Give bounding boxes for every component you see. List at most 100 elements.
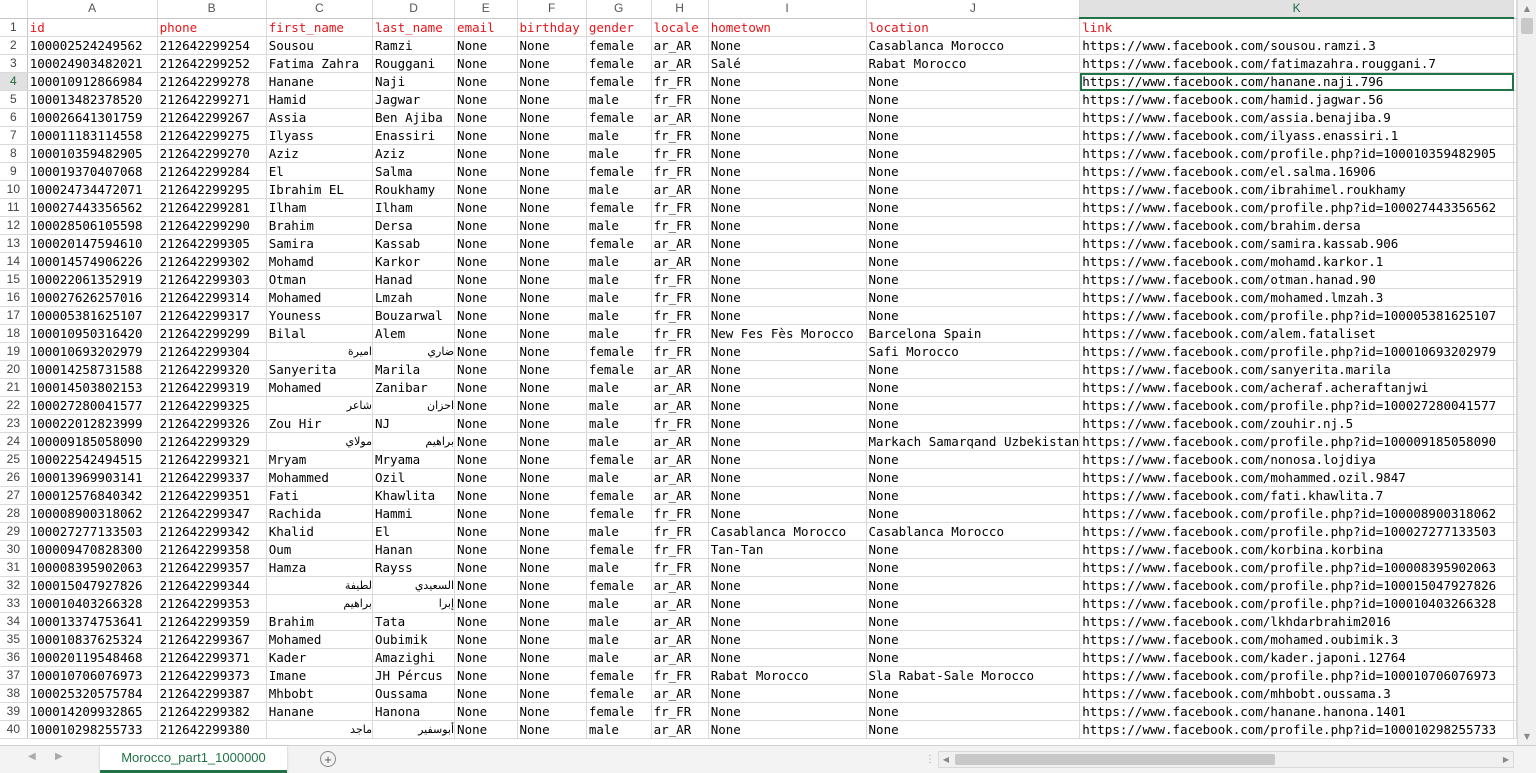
row-header[interactable]: 38: [0, 684, 28, 703]
cell-j11[interactable]: None: [866, 198, 1081, 217]
cell-i39[interactable]: None: [708, 702, 867, 721]
cell-j13[interactable]: None: [866, 234, 1081, 253]
cell-d28[interactable]: Hammi: [372, 504, 456, 523]
cell-i28[interactable]: None: [708, 504, 867, 523]
cell-c6[interactable]: Assia: [266, 108, 374, 127]
cell-f18[interactable]: None: [517, 324, 587, 343]
cell-d37[interactable]: JH Pércus: [372, 666, 456, 685]
cell-i6[interactable]: None: [708, 108, 867, 127]
cell-k37[interactable]: https://www.facebook.com/profile.php?id=…: [1079, 666, 1514, 685]
cell-i7[interactable]: None: [708, 126, 867, 145]
cell-g24[interactable]: male: [586, 432, 652, 451]
cell-b16[interactable]: 212642299314: [157, 288, 267, 307]
cell-b2[interactable]: 212642299254: [157, 36, 267, 55]
next-sheet-icon[interactable]: ▶: [55, 751, 63, 762]
cell-e15[interactable]: None: [454, 270, 518, 289]
sheet-tab-morocco[interactable]: Morocco_part1_1000000: [100, 746, 287, 773]
cell-f34[interactable]: None: [517, 612, 587, 631]
cell-c9[interactable]: El: [266, 162, 374, 181]
cell-f1[interactable]: birthday: [517, 18, 587, 37]
cell-i38[interactable]: None: [708, 684, 867, 703]
cell-c28[interactable]: Rachida: [266, 504, 374, 523]
cell-k28[interactable]: https://www.facebook.com/profile.php?id=…: [1079, 504, 1514, 523]
cell-j22[interactable]: None: [866, 396, 1081, 415]
cell-j26[interactable]: None: [866, 468, 1081, 487]
cell-k9[interactable]: https://www.facebook.com/el.salma.16906: [1079, 162, 1514, 181]
row-header[interactable]: 23: [0, 414, 28, 433]
cell-i25[interactable]: None: [708, 450, 867, 469]
cell-d18[interactable]: Alem: [372, 324, 456, 343]
cell-d23[interactable]: NJ: [372, 414, 456, 433]
cell-b35[interactable]: 212642299367: [157, 630, 267, 649]
cell-a31[interactable]: 100008395902063: [27, 558, 158, 577]
row-header[interactable]: 22: [0, 396, 28, 415]
cell-c1[interactable]: first_name: [266, 18, 374, 37]
column-header-a[interactable]: A: [27, 0, 158, 19]
cell-a36[interactable]: 100020119548468: [27, 648, 158, 667]
cell-a28[interactable]: 100008900318062: [27, 504, 158, 523]
vertical-scroll-thumb[interactable]: [1521, 18, 1533, 34]
cell-b28[interactable]: 212642299347: [157, 504, 267, 523]
cell-e9[interactable]: None: [454, 162, 518, 181]
cell-f33[interactable]: None: [517, 594, 587, 613]
cell-h27[interactable]: ar_AR: [651, 486, 709, 505]
cell-j40[interactable]: None: [866, 720, 1081, 739]
row-header[interactable]: 32: [0, 576, 28, 595]
cell-d38[interactable]: Oussama: [372, 684, 456, 703]
cell-f3[interactable]: None: [517, 54, 587, 73]
cell-a12[interactable]: 100028506105598: [27, 216, 158, 235]
cell-h7[interactable]: fr_FR: [651, 126, 709, 145]
cell-i4[interactable]: None: [708, 72, 867, 91]
cell-j17[interactable]: None: [866, 306, 1081, 325]
cell-g25[interactable]: female: [586, 450, 652, 469]
cell-c4[interactable]: Hanane: [266, 72, 374, 91]
row-header[interactable]: 39: [0, 702, 28, 721]
cell-d24[interactable]: براهيم: [372, 432, 456, 451]
cell-i5[interactable]: None: [708, 90, 867, 109]
cell-a40[interactable]: 100010298255733: [27, 720, 158, 739]
cell-b13[interactable]: 212642299305: [157, 234, 267, 253]
cell-a3[interactable]: 100024903482021: [27, 54, 158, 73]
cell-a29[interactable]: 100027277133503: [27, 522, 158, 541]
tab-split-handle-icon[interactable]: ⋮: [925, 754, 935, 765]
cell-c29[interactable]: Khalid: [266, 522, 374, 541]
cell-g35[interactable]: male: [586, 630, 652, 649]
cell-e19[interactable]: None: [454, 342, 518, 361]
cell-h29[interactable]: fr_FR: [651, 522, 709, 541]
cell-d8[interactable]: Aziz: [372, 144, 456, 163]
cell-h25[interactable]: ar_AR: [651, 450, 709, 469]
cell-e35[interactable]: None: [454, 630, 518, 649]
cell-a18[interactable]: 100010950316420: [27, 324, 158, 343]
row-header[interactable]: 19: [0, 342, 28, 361]
cell-b18[interactable]: 212642299299: [157, 324, 267, 343]
cell-f38[interactable]: None: [517, 684, 587, 703]
cell-d40[interactable]: أبوسفير: [372, 720, 456, 739]
cell-g21[interactable]: male: [586, 378, 652, 397]
cell-j21[interactable]: None: [866, 378, 1081, 397]
cell-c3[interactable]: Fatima Zahra: [266, 54, 374, 73]
cell-f24[interactable]: None: [517, 432, 587, 451]
cell-e26[interactable]: None: [454, 468, 518, 487]
cell-e20[interactable]: None: [454, 360, 518, 379]
cell-i15[interactable]: None: [708, 270, 867, 289]
cell-a16[interactable]: 100027626257016: [27, 288, 158, 307]
cell-h30[interactable]: fr_FR: [651, 540, 709, 559]
cell-k32[interactable]: https://www.facebook.com/profile.php?id=…: [1079, 576, 1514, 595]
cell-b7[interactable]: 212642299275: [157, 126, 267, 145]
row-header[interactable]: 9: [0, 162, 28, 181]
cell-j12[interactable]: None: [866, 216, 1081, 235]
cell-k35[interactable]: https://www.facebook.com/mohamed.oubimik…: [1079, 630, 1514, 649]
cell-i24[interactable]: None: [708, 432, 867, 451]
cell-e29[interactable]: None: [454, 522, 518, 541]
cell-d3[interactable]: Rouggani: [372, 54, 456, 73]
cell-f28[interactable]: None: [517, 504, 587, 523]
cell-i12[interactable]: None: [708, 216, 867, 235]
cell-b36[interactable]: 212642299371: [157, 648, 267, 667]
scroll-left-icon[interactable]: ◀: [939, 752, 953, 767]
cell-a21[interactable]: 100014503802153: [27, 378, 158, 397]
cell-j30[interactable]: None: [866, 540, 1081, 559]
cell-d12[interactable]: Dersa: [372, 216, 456, 235]
cell-k38[interactable]: https://www.facebook.com/mhbobt.oussama.…: [1079, 684, 1514, 703]
row-header[interactable]: 26: [0, 468, 28, 487]
cell-e38[interactable]: None: [454, 684, 518, 703]
